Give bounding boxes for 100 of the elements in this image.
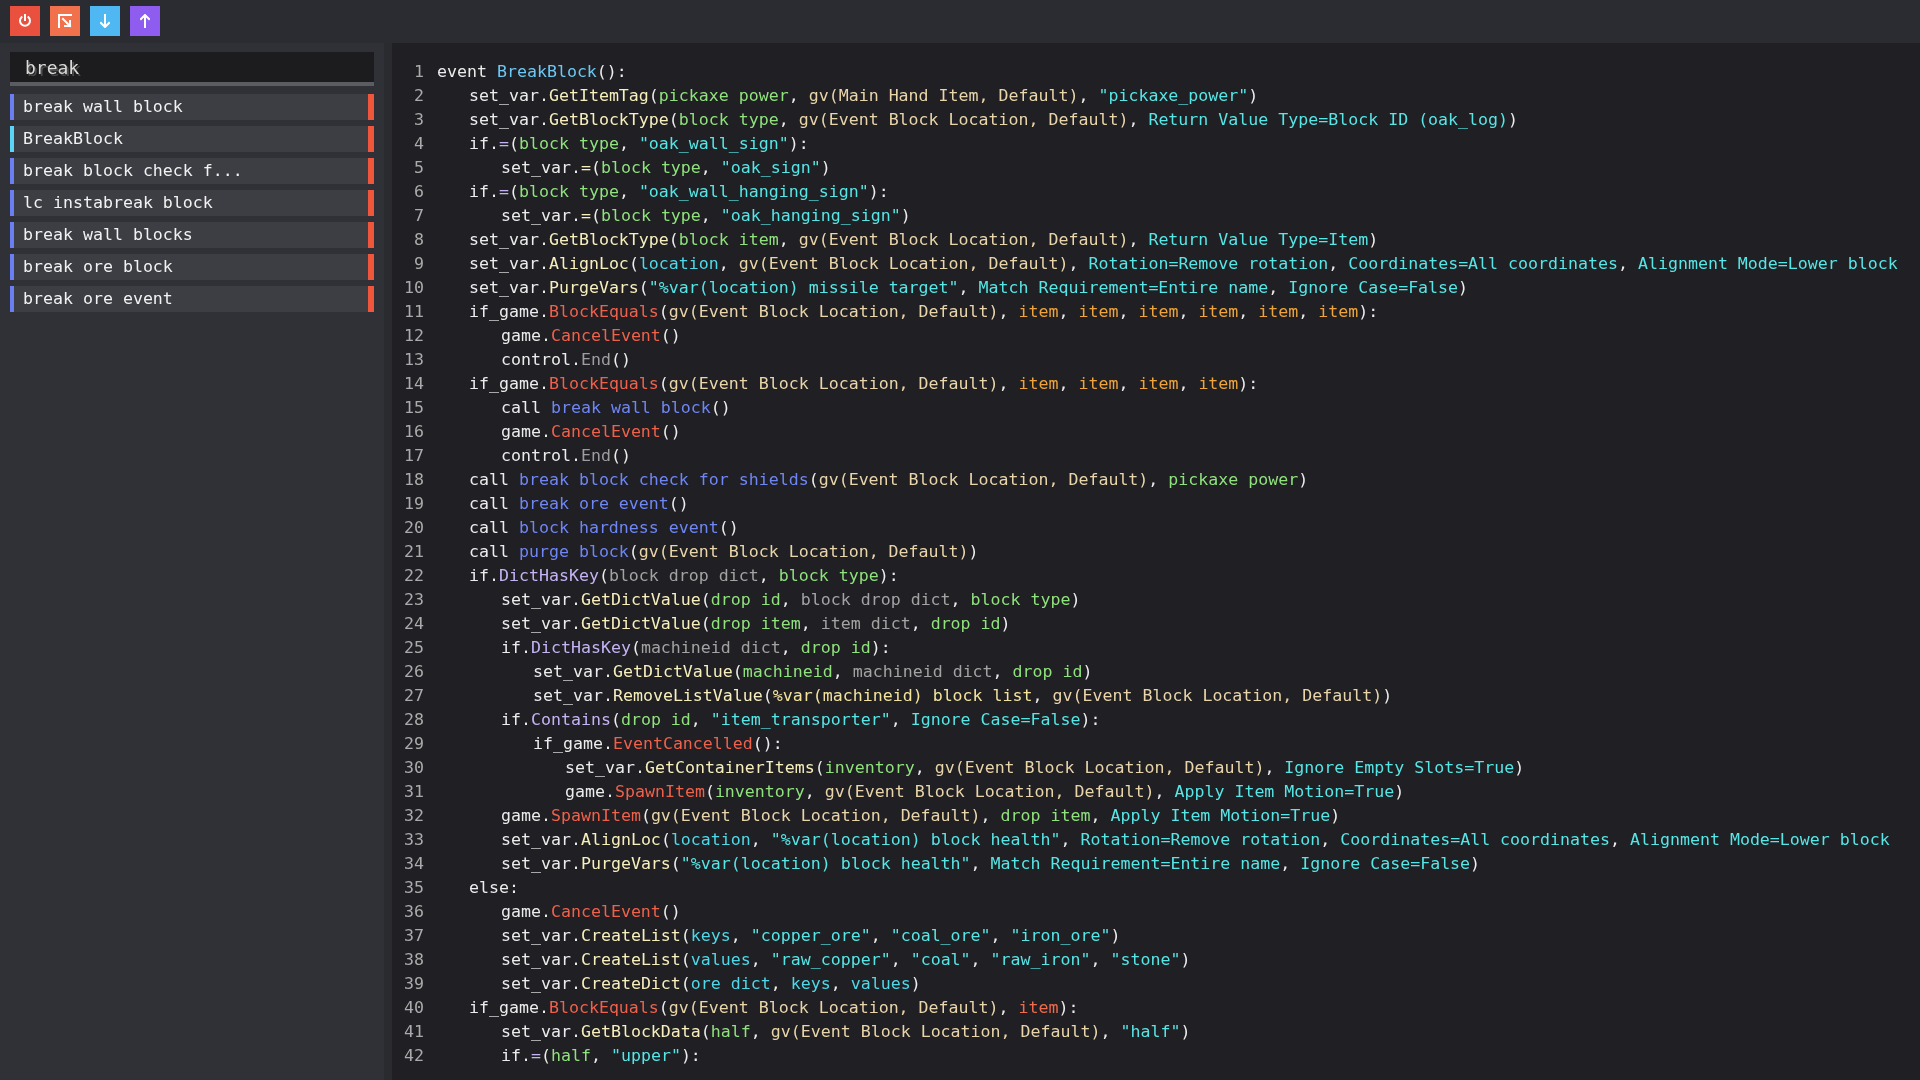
power-button[interactable] xyxy=(10,6,40,36)
line-number: 10 xyxy=(403,277,424,297)
line-number: 20 xyxy=(403,517,424,537)
line-number: 31 xyxy=(403,781,424,801)
line-number: 25 xyxy=(403,637,424,657)
line-number: 38 xyxy=(403,949,424,969)
code-line: if.=(half, "upper"): xyxy=(501,1045,701,1065)
sidebar-item[interactable]: BreakBlock xyxy=(10,126,374,152)
code-line: set_var.GetBlockType(block item, gv(Event Block Location, Default), Return Value Type=Item) xyxy=(469,229,1379,249)
line-number: 24 xyxy=(403,613,424,633)
code-line: if_game.BlockEquals(gv(Event Block Location, Default), item, item, item, item, item, item): xyxy=(469,301,1379,321)
code-line: set_var.PurgeVars("%var(location) missile target", Match Requirement=Entire name, Ignore Case=False) xyxy=(469,277,1469,297)
line-number: 41 xyxy=(403,1021,424,1041)
code-line: call block hardness event() xyxy=(469,517,739,537)
code-line: set_var.CreateList(values, "raw_copper", "coal", "raw_iron", "stone") xyxy=(501,949,1191,969)
code-line: game.CancelEvent() xyxy=(501,325,681,345)
code-line: set_var.PurgeVars("%var(location) block health", Match Requirement=Entire name, Ignore Case=False) xyxy=(501,853,1481,873)
code-line: if_game.BlockEquals(gv(Event Block Location, Default), item, item, item, item): xyxy=(469,373,1259,393)
code-line: game.SpawnItem(gv(Event Block Location, Default), drop item, Apply Item Motion=True) xyxy=(501,805,1341,825)
line-number: 36 xyxy=(403,901,424,921)
line-number: 33 xyxy=(403,829,424,849)
line-number: 4 xyxy=(413,133,424,153)
sidebar-item[interactable]: break ore block xyxy=(10,254,374,280)
code-line: if.Contains(drop id, "item_transporter", Ignore Case=False): xyxy=(501,709,1101,729)
line-number: 42 xyxy=(403,1045,424,1065)
code-line: game.CancelEvent() xyxy=(501,901,681,921)
code-line: call break ore event() xyxy=(469,493,689,513)
sidebar-item[interactable]: break wall block xyxy=(10,94,374,120)
box-arrow-icon xyxy=(58,14,72,28)
line-number: 34 xyxy=(403,853,424,873)
code-line: call break wall block() xyxy=(501,397,731,417)
code-line: call purge block(gv(Event Block Location, Default)) xyxy=(469,541,979,561)
line-number: 3 xyxy=(413,109,424,129)
line-number: 21 xyxy=(403,541,424,561)
line-number: 26 xyxy=(403,661,424,681)
box-arrow-button[interactable] xyxy=(50,6,80,36)
code-line: set_var.RemoveListValue(%var(machineid) block list, gv(Event Block Location, Default)) xyxy=(533,685,1393,705)
search-field[interactable]: break xyxy=(10,52,374,86)
code-line: game.SpawnItem(inventory, gv(Event Block Location, Default), Apply Item Motion=True) xyxy=(565,781,1405,801)
code-line: set_var.AlignLoc(location, gv(Event Block Location, Default), Rotation=Remove rotation, Coordinates=All coordinates, Alignment Mode=Lower block xyxy=(469,253,1898,273)
up-arrow-icon xyxy=(140,14,150,28)
line-number: 30 xyxy=(403,757,424,777)
line-number: 18 xyxy=(403,469,424,489)
sidebar-item[interactable]: break wall blocks xyxy=(10,222,374,248)
code-line: if.DictHasKey(block drop dict, block type): xyxy=(469,565,899,585)
down-arrow-icon xyxy=(100,14,110,28)
code-line: if.DictHasKey(machineid dict, drop id): xyxy=(501,637,891,657)
code-line: if.=(block type, "oak_wall_hanging_sign"): xyxy=(469,181,889,201)
line-number: 1 xyxy=(413,61,424,81)
code-line: set_var.GetBlockData(half, gv(Event Block Location, Default), "half") xyxy=(501,1021,1191,1041)
sidebar-item[interactable]: lc instabreak block xyxy=(10,190,374,216)
line-number: 15 xyxy=(403,397,424,417)
code-line: set_var.GetContainerItems(inventory, gv(Event Block Location, Default), Ignore Empty Slots=True) xyxy=(565,757,1525,777)
line-number: 32 xyxy=(403,805,424,825)
sidebar-item[interactable]: break block check f... xyxy=(10,158,374,184)
line-number: 22 xyxy=(403,565,424,585)
code-line: else: xyxy=(469,877,519,897)
code-line: if_game.BlockEquals(gv(Event Block Location, Default), item): xyxy=(469,997,1079,1017)
line-number: 6 xyxy=(413,181,424,201)
line-number: 5 xyxy=(413,157,424,177)
code-line: event BreakBlock(): xyxy=(437,61,627,81)
line-number: 12 xyxy=(403,325,424,345)
code-line: set_var.=(block type, "oak_sign") xyxy=(501,157,831,177)
line-number: 27 xyxy=(403,685,424,705)
code-line: game.CancelEvent() xyxy=(501,421,681,441)
line-number: 39 xyxy=(403,973,424,993)
sidebar-item[interactable]: break ore event xyxy=(10,286,374,312)
code-line: control.End() xyxy=(501,445,631,465)
line-number: 7 xyxy=(413,205,424,225)
power-icon xyxy=(18,14,32,28)
code-line: set_var.GetDictValue(machineid, machineid dict, drop id) xyxy=(533,661,1093,681)
code-line: set_var.=(block type, "oak_hanging_sign") xyxy=(501,205,911,225)
code-line: if.=(block type, "oak_wall_sign"): xyxy=(469,133,809,153)
code-line: control.End() xyxy=(501,349,631,369)
down-arrow-button[interactable] xyxy=(90,6,120,36)
line-number: 37 xyxy=(403,925,424,945)
line-number: 23 xyxy=(403,589,424,609)
line-number: 17 xyxy=(403,445,424,465)
code-line: call break block check for shields(gv(Event Block Location, Default), pickaxe power) xyxy=(469,469,1309,489)
code-line: set_var.GetBlockType(block type, gv(Event Block Location, Default), Return Value Type=Block ID (oak_log)) xyxy=(469,109,1519,129)
code-line: set_var.GetDictValue(drop id, block drop dict, block type) xyxy=(501,589,1081,609)
line-number: 13 xyxy=(403,349,424,369)
line-number: 29 xyxy=(403,733,424,753)
line-number: 19 xyxy=(403,493,424,513)
code-line: set_var.AlignLoc(location, "%var(location) block health", Rotation=Remove rotation, Coordinates=All coordinates, Alignment Mode=Lower block xyxy=(501,829,1890,849)
line-number: 35 xyxy=(403,877,424,897)
code-line: set_var.GetDictValue(drop item, item dict, drop id) xyxy=(501,613,1011,633)
line-number: 16 xyxy=(403,421,424,441)
line-number: 40 xyxy=(403,997,424,1017)
code-line: set_var.CreateList(keys, "copper_ore", "coal_ore", "iron_ore") xyxy=(501,925,1121,945)
up-arrow-button[interactable] xyxy=(130,6,160,36)
code-line: set_var.GetItemTag(pickaxe power, gv(Main Hand Item, Default), "pickaxe_power") xyxy=(469,85,1259,105)
line-number: 9 xyxy=(413,253,424,273)
line-number: 14 xyxy=(403,373,424,393)
line-number: 28 xyxy=(403,709,424,729)
code-line: if_game.EventCancelled(): xyxy=(533,733,783,753)
line-number: 11 xyxy=(403,301,424,321)
line-number: 8 xyxy=(413,229,424,249)
code-line: set_var.CreateDict(ore dict, keys, values) xyxy=(501,973,921,993)
line-number: 2 xyxy=(413,85,424,105)
